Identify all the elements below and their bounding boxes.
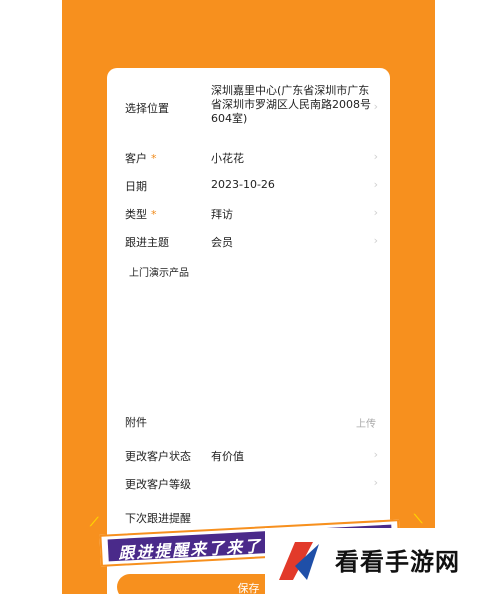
chevron-right-icon: › (373, 150, 378, 163)
customer-row[interactable]: 客户 * 小花花 › (107, 148, 390, 168)
promo-banner-text: 跟进提醒来了来了 (117, 536, 263, 563)
customer-status-label: 更改客户状态 (125, 450, 191, 463)
customer-label: 客户 * (125, 152, 157, 165)
watermark-logo-icon (279, 542, 319, 580)
date-label: 日期 (125, 180, 147, 193)
customer-status-row[interactable]: 更改客户状态 有价值 › (107, 446, 390, 466)
type-value: 拜访 (211, 208, 233, 221)
chevron-right-icon: › (373, 448, 378, 461)
sparkle-icon: ⟋ (90, 515, 99, 529)
next-reminder-label: 下次跟进提醒 (125, 512, 191, 525)
topic-row[interactable]: 跟进主题 会员 › (107, 232, 390, 252)
required-mark: * (151, 208, 157, 221)
date-value: 2023-10-26 (211, 178, 275, 191)
location-value: 深圳嘉里中心(广东省深圳市广东省深圳市罗湖区人民南路2008号604室) (211, 84, 371, 125)
topic-label: 跟进主题 (125, 236, 169, 249)
chevron-right-icon: › (373, 234, 378, 247)
customer-level-row[interactable]: 更改客户等级 › (107, 474, 390, 494)
site-watermark: 看看手游网 (265, 528, 500, 594)
notes-textarea[interactable]: 上门演示产品 (107, 256, 390, 396)
topic-value: 会员 (211, 236, 233, 249)
attachment-label: 附件 (125, 416, 147, 429)
date-row[interactable]: 日期 2023-10-26 › (107, 176, 390, 196)
chevron-right-icon: › (373, 178, 378, 191)
notes-text: 上门演示产品 (129, 268, 189, 279)
chevron-right-icon: › (373, 100, 378, 113)
customer-value: 小花花 (211, 152, 244, 165)
required-mark: * (151, 152, 157, 165)
type-label: 类型 * (125, 208, 157, 221)
location-row[interactable]: 选择位置 深圳嘉里中心(广东省深圳市广东省深圳市罗湖区人民南路2008号604室… (107, 84, 390, 134)
location-label: 选择位置 (125, 102, 169, 115)
watermark-text: 看看手游网 (335, 547, 460, 576)
upload-link[interactable]: 上传 (356, 415, 376, 430)
chevron-right-icon: › (373, 476, 378, 489)
sparkle-icon: ⟍ (414, 512, 423, 526)
customer-status-value: 有价值 (211, 450, 244, 463)
customer-level-label: 更改客户等级 (125, 478, 191, 491)
app-background: 选择位置 深圳嘉里中心(广东省深圳市广东省深圳市罗湖区人民南路2008号604室… (62, 0, 435, 594)
chevron-right-icon: › (373, 206, 378, 219)
type-row[interactable]: 类型 * 拜访 › (107, 204, 390, 224)
attachment-row[interactable]: 附件 上传 (107, 412, 390, 432)
follow-up-form-card: 选择位置 深圳嘉里中心(广东省深圳市广东省深圳市罗湖区人民南路2008号604室… (107, 68, 390, 594)
